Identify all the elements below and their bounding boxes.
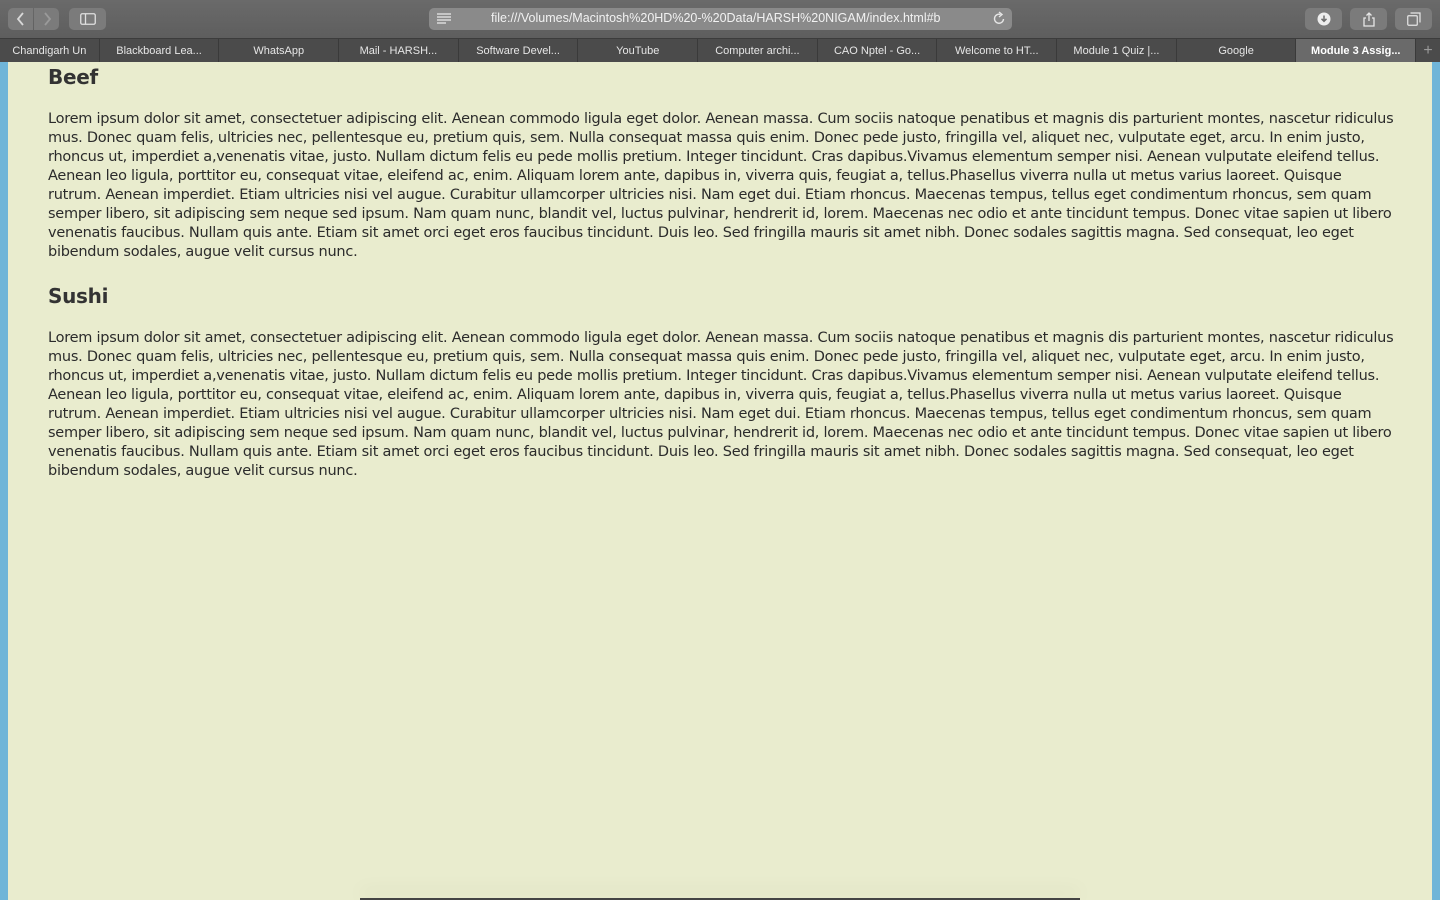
tab-welcome-to-ht[interactable]: Welcome to HT... bbox=[937, 39, 1058, 62]
browser-toolbar: file:///Volumes/Macintosh%20HD%20-%20Dat… bbox=[0, 0, 1440, 38]
tab-mail[interactable]: Mail - HARSH... bbox=[339, 39, 459, 62]
sidebar-toggle-button[interactable] bbox=[69, 8, 106, 30]
reader-icon[interactable] bbox=[437, 13, 451, 24]
tabs-overview-icon bbox=[1406, 12, 1421, 26]
tab-module-3-assignment[interactable]: Module 3 Assig... bbox=[1296, 39, 1417, 62]
back-icon bbox=[16, 12, 24, 26]
section-body-sushi: Lorem ipsum dolor sit amet, consectetuer… bbox=[48, 330, 1394, 479]
sidebar-icon bbox=[79, 13, 96, 25]
tab-overview-button[interactable] bbox=[1395, 8, 1432, 30]
tab-youtube[interactable]: YouTube bbox=[578, 39, 699, 62]
forward-button[interactable] bbox=[34, 8, 59, 30]
reload-icon[interactable] bbox=[992, 11, 1006, 26]
share-icon bbox=[1362, 11, 1375, 27]
tab-module-1-quiz[interactable]: Module 1 Quiz |... bbox=[1057, 39, 1177, 62]
section-title-sushi: Sushi bbox=[48, 284, 109, 308]
tab-google[interactable]: Google bbox=[1177, 39, 1297, 62]
section-body-beef: Lorem ipsum dolor sit amet, consectetuer… bbox=[48, 111, 1394, 260]
page-content: Beef Lorem ipsum dolor sit amet, consect… bbox=[8, 62, 1432, 900]
address-bar[interactable]: file:///Volumes/Macintosh%20HD%20-%20Dat… bbox=[429, 8, 1012, 30]
url-text: file:///Volumes/Macintosh%20HD%20-%20Dat… bbox=[491, 11, 941, 25]
downloads-button[interactable] bbox=[1305, 8, 1342, 30]
download-icon bbox=[1317, 12, 1330, 26]
section-title-beef: Beef bbox=[48, 65, 98, 89]
tab-computer-archi[interactable]: Computer archi... bbox=[698, 39, 818, 62]
new-tab-icon[interactable]: + bbox=[1416, 39, 1440, 62]
tab-chandigarh[interactable]: Chandigarh Un bbox=[0, 39, 100, 62]
back-button[interactable] bbox=[8, 8, 33, 30]
tab-software-devel[interactable]: Software Devel... bbox=[459, 39, 579, 62]
tab-bar: Chandigarh Un Blackboard Lea... WhatsApp… bbox=[0, 38, 1440, 62]
tab-cao-nptel[interactable]: CAO Nptel - Go... bbox=[818, 39, 938, 62]
forward-icon bbox=[43, 12, 51, 26]
share-button[interactable] bbox=[1350, 8, 1387, 30]
tab-blackboard[interactable]: Blackboard Lea... bbox=[100, 39, 220, 62]
tab-whatsapp[interactable]: WhatsApp bbox=[219, 39, 340, 62]
